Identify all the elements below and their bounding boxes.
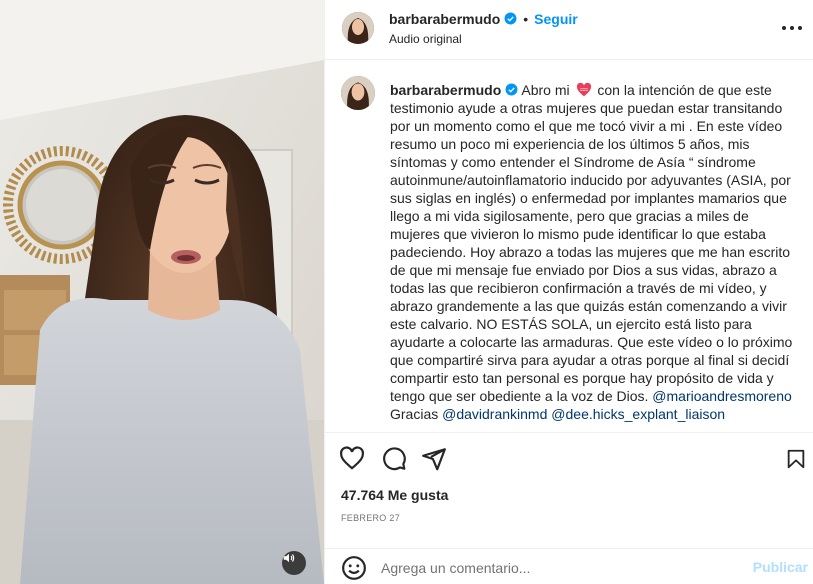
post-date[interactable]: FEBRERO 27	[341, 513, 400, 523]
author-username[interactable]: barbarabermudo	[389, 11, 500, 27]
caption-username[interactable]: barbarabermudo	[390, 82, 501, 98]
author-avatar[interactable]	[342, 12, 374, 44]
post-video[interactable]	[0, 0, 324, 584]
verified-badge-icon	[505, 83, 518, 96]
caption-thanks: Gracias	[390, 406, 439, 422]
post-details-panel: barbarabermudo • Seguir Audio original bar…	[324, 0, 813, 584]
mute-toggle-button[interactable]	[282, 551, 306, 575]
verified-badge-icon	[504, 12, 517, 25]
comment-bar: Publicar	[325, 548, 813, 584]
follow-button[interactable]: Seguir	[534, 11, 578, 27]
emoji-picker-icon[interactable]	[341, 555, 367, 581]
post-caption: barbarabermudo Abro mi con la intención …	[390, 81, 800, 423]
avatar-image	[342, 12, 374, 44]
mention-link[interactable]: @dee.hicks_explant_liaison	[551, 406, 725, 422]
caption-text-start: Abro mi	[521, 82, 570, 98]
publish-button[interactable]: Publicar	[753, 559, 808, 575]
caption-author-avatar[interactable]	[341, 76, 375, 110]
mention-link[interactable]: @davidrankinmd	[442, 406, 547, 422]
more-horizontal-icon[interactable]	[780, 22, 804, 34]
header-line: barbarabermudo • Seguir	[389, 11, 578, 27]
comment-input[interactable]	[381, 557, 741, 579]
speaker-icon	[283, 553, 295, 563]
header-separator: •	[523, 11, 529, 27]
avatar-image	[341, 76, 375, 110]
caption-text-body: con la intención de que este testimonio …	[390, 82, 793, 404]
save-bookmark-icon[interactable]	[785, 446, 807, 472]
video-frame	[0, 0, 324, 584]
likes-count[interactable]: 47.764 Me gusta	[341, 487, 448, 503]
caption-section: barbarabermudo Abro mi con la intención …	[325, 60, 813, 430]
post-header: barbarabermudo • Seguir Audio original	[325, 0, 813, 60]
comment-icon[interactable]	[381, 446, 407, 472]
heart-emoji-icon	[576, 83, 591, 97]
like-heart-icon[interactable]	[339, 446, 365, 472]
action-bar	[325, 432, 813, 482]
mention-link[interactable]: @marioandresmoreno	[652, 388, 792, 404]
share-send-icon[interactable]	[421, 446, 447, 472]
audio-link[interactable]: Audio original	[389, 32, 462, 46]
